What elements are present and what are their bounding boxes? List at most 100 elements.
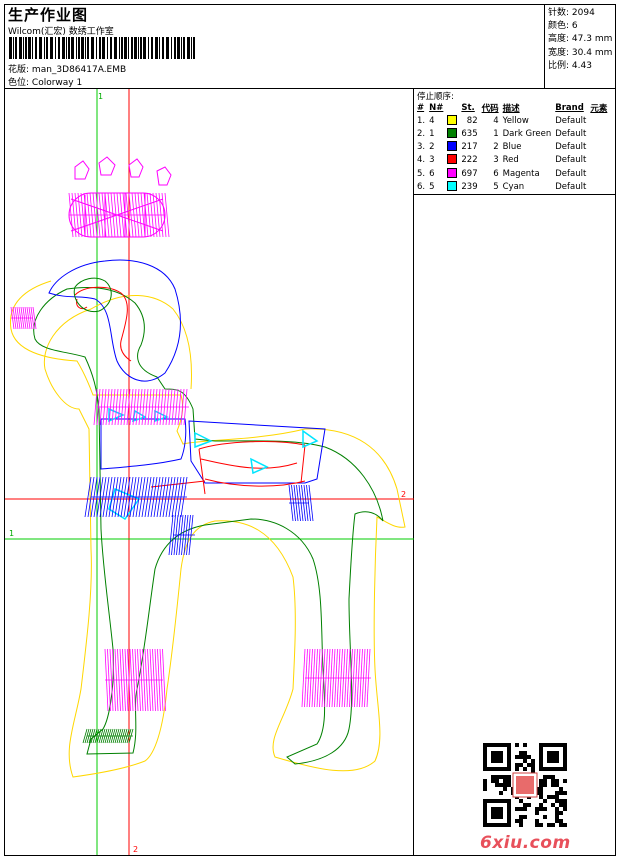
row-brand: Default [555, 181, 587, 192]
crown-band-stitches [68, 192, 170, 238]
table-row: 5. 6 697 6 Magenta Default [415, 167, 609, 180]
red-saddle-lines [150, 441, 306, 495]
qr-logo-seal [516, 776, 534, 794]
stitch-count: 针数: 2094 [548, 8, 595, 18]
row-brand: Default [555, 115, 587, 126]
row-code: 1 [493, 128, 499, 139]
axis-label-bottom-red: 2 [133, 845, 138, 854]
design-canvas: 1 1 2 2 [5, 89, 414, 855]
colorway-row: 色位: Colorway 1 [8, 75, 82, 88]
row-description: Magenta [502, 168, 540, 179]
row-code: 4 [493, 115, 499, 126]
row-index: 2. [417, 128, 426, 139]
axis-label-left-green: 1 [9, 529, 14, 538]
axis-label-top-green: 1 [98, 92, 103, 101]
design-width: 宽度: 30.4 mm [548, 47, 613, 58]
green-ear-lines [73, 277, 112, 313]
row-code: 5 [493, 181, 499, 192]
row-element [588, 180, 609, 193]
stop-sequence-panel: 停止顺序: # N# St. 代码 描述 Brand 元素 1. 4 82 4 Yell… [414, 89, 615, 195]
row-stop: 4 [429, 115, 435, 126]
row-stop: 2 [429, 142, 435, 153]
color-count: 颜色: 6 [548, 21, 578, 32]
col-stop: N# [429, 102, 444, 113]
row-description: Red [502, 155, 519, 166]
colorway-value: Colorway 1 [31, 78, 83, 88]
strap-right-stitches [288, 484, 314, 522]
row-stitches: 217 [461, 142, 478, 153]
row-brand: Default [555, 142, 587, 153]
red-ear-lines [74, 286, 132, 362]
col-swatch [445, 101, 459, 114]
stop-sequence-table: # N# St. 代码 描述 Brand 元素 1. 4 82 4 Yellow Defa… [415, 101, 609, 193]
row-stitches: 82 [466, 115, 478, 126]
col-element: 元素 [590, 103, 608, 114]
blue-neck-outline [100, 418, 187, 470]
design-height: 高度: 47.3 mm [548, 34, 613, 45]
row-stitches: 635 [461, 128, 478, 139]
row-index: 4. [417, 155, 426, 166]
front-paw-stitches [104, 648, 166, 712]
table-row: 6. 5 239 5 Cyan Default [415, 180, 609, 193]
production-sheet: 生产作业图 Wilcom(汇宏) 数绣工作室 花版: man_3D86417A.… [4, 4, 616, 856]
row-stop: 1 [429, 128, 435, 139]
barcode [9, 37, 195, 59]
row-description: Blue [502, 142, 522, 153]
row-stop: 6 [429, 168, 435, 179]
nose-stitches [10, 306, 37, 330]
table-row: 1. 4 82 4 Yellow Default [415, 114, 609, 127]
row-stop: 5 [429, 181, 435, 192]
row-code: 2 [493, 142, 499, 153]
row-stitches: 222 [461, 155, 478, 166]
site-watermark: 6xiu.com [480, 833, 571, 853]
row-description: Cyan [502, 181, 525, 192]
row-description: Yellow [502, 115, 529, 126]
row-index: 6. [417, 181, 426, 192]
stats-block: 针数: 2094 颜色: 6 高度: 47.3 mm 宽度: 30.4 mm 比… [545, 5, 615, 89]
header-block: 生产作业图 Wilcom(汇宏) 数绣工作室 花版: man_3D86417A.… [5, 5, 545, 89]
row-element [588, 167, 609, 180]
row-stop: 3 [429, 155, 435, 166]
color-swatch [445, 141, 459, 154]
strap-left-stitches [168, 514, 195, 556]
design-file-row: 花版: man_3D86417A.EMB [8, 62, 126, 75]
row-stitches: 239 [461, 181, 478, 192]
row-code: 6 [493, 168, 499, 179]
row-element [588, 114, 609, 127]
color-swatch [445, 154, 459, 167]
row-stitches: 697 [461, 168, 478, 179]
page-title: 生产作业图 [8, 6, 89, 24]
design-file: man_3D86417A.EMB [31, 65, 127, 75]
studio-subtitle: Wilcom(汇宏) 数绣工作室 [8, 27, 114, 37]
design-label: 花版: [8, 65, 30, 75]
row-index: 1. [417, 115, 426, 126]
row-brand: Default [555, 168, 587, 179]
color-swatch [445, 114, 459, 127]
row-brand: Default [555, 128, 587, 139]
table-row: 4. 3 222 3 Red Default [415, 154, 609, 167]
colorway-label: 色位: [8, 78, 30, 88]
axis-label-right-red: 2 [401, 490, 406, 499]
table-header-row: # N# St. 代码 描述 Brand 元素 [415, 101, 609, 114]
table-row: 3. 2 217 2 Blue Default [415, 141, 609, 154]
row-element [588, 141, 609, 154]
table-row: 2. 1 635 1 Dark Green Default [415, 127, 609, 140]
design-scale: 比例: 4.43 [548, 60, 592, 71]
color-swatch [445, 167, 459, 180]
yellow-outline [9, 280, 406, 778]
embroidery-preview: 1 1 2 2 [5, 89, 414, 855]
row-brand: Default [555, 155, 587, 166]
color-swatch [445, 180, 459, 193]
col-stitches: St. [461, 102, 475, 113]
col-brand: Brand [555, 102, 584, 113]
row-element [588, 127, 609, 140]
col-description: 描述 [502, 103, 520, 114]
color-swatch [445, 127, 459, 140]
col-code: 代码 [481, 103, 499, 114]
col-index: # [417, 102, 425, 113]
row-index: 3. [417, 142, 426, 153]
row-element [588, 154, 609, 167]
row-description: Dark Green [502, 128, 552, 139]
row-index: 5. [417, 168, 426, 179]
cyan-details [108, 407, 319, 521]
